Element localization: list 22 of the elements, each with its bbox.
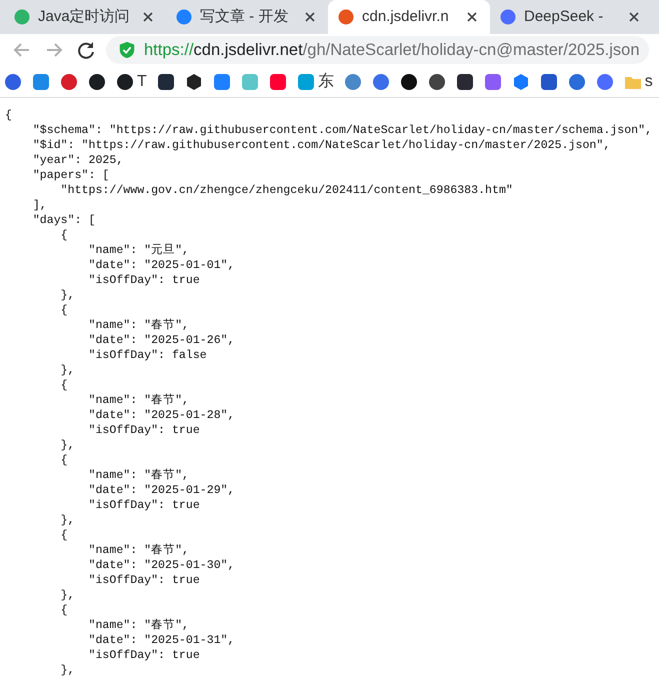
shield-icon	[118, 41, 136, 59]
site-icon	[176, 9, 192, 25]
site-icon	[14, 9, 30, 25]
bookmark[interactable]: T	[116, 70, 147, 94]
browser-tab[interactable]: 写文章 - 开发	[166, 0, 328, 34]
site-icon	[500, 9, 516, 25]
address-bar[interactable]: https://cdn.jsdelivr.net/gh/NateScarlet/holiday-cn@master/2025.json	[106, 36, 649, 64]
circle-icon[interactable]	[428, 72, 446, 90]
url-text: https://cdn.jsdelivr.net/gh/NateScarlet/holiday-cn@master/2025.json	[144, 40, 640, 61]
bookmark[interactable]: 东	[296, 70, 334, 94]
json-text: { "$schema": "https://raw.githubusercontent.com/NateScarlet/holiday-cn/master/schema.json", "$id": "https://raw.githubusercontent.com/NateScarlet/holiday-cn/master/2025.json", "year": 2025, "papers": [ "https://www.gov.cn/zhengce/zhengceku/202411/content_6986383.htm" ], "days": [ { "name": "元旦", "date": "2025-01-01", "isOffDay": true }, { "name": "春节", "date": "2025-01-26", "isOffDay": false }, { "name": "春节", "date": "2025-01-28", "isOffDay": true }, { "name": "春节", "date": "2025-01-29", "isOffDay": true }, { "name": "春节", "date": "2025-01-30", "isOffDay": true }, { "name": "春节", "date": "2025-01-31", "isOffDay": true },	[4, 108, 654, 678]
circle-icon[interactable]	[400, 72, 418, 90]
square-icon[interactable]	[156, 72, 175, 90]
site-icon	[338, 9, 354, 25]
bookmark[interactable]: s	[624, 70, 653, 94]
browser-tab[interactable]: DeepSeek -	[490, 0, 652, 34]
square-icon[interactable]	[456, 72, 474, 90]
browser-tab[interactable]: cdn.jsdelivr.n	[328, 0, 490, 34]
square-icon[interactable]	[540, 72, 558, 90]
hexagon-icon[interactable]	[184, 72, 203, 90]
browser-tab[interactable]: Java定时访问	[4, 0, 166, 34]
circle-icon[interactable]	[88, 72, 106, 90]
